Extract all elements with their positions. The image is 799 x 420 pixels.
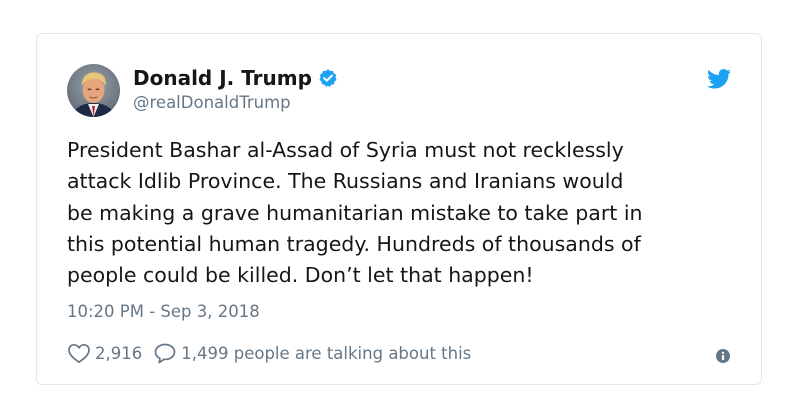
heart-icon (67, 342, 91, 364)
author-display-name[interactable]: Donald J. Trump (133, 66, 338, 90)
author-handle[interactable]: @realDonaldTrump (133, 93, 291, 112)
avatar-portrait (67, 64, 120, 117)
avatar[interactable] (67, 64, 120, 117)
tweet-card[interactable]: Donald J. Trump @realDonaldTrump Preside… (36, 33, 762, 385)
tweet-timestamp[interactable]: 10:20 PM - Sep 3, 2018 (67, 302, 260, 321)
conversation-link[interactable]: 1,499 people are talking about this (153, 342, 471, 364)
tweet-actions: 2,916 1,499 people are talking about thi… (67, 342, 471, 364)
conversation-text: 1,499 people are talking about this (181, 343, 472, 363)
tweet-text: President Bashar al-Assad of Syria must … (67, 138, 643, 288)
like-button[interactable]: 2,916 (67, 342, 142, 364)
speech-bubble-icon (153, 342, 177, 364)
display-name-text[interactable]: Donald J. Trump (133, 66, 312, 90)
info-icon[interactable] (716, 348, 730, 363)
twitter-bird-icon[interactable] (707, 69, 731, 89)
like-count: 2,916 (95, 343, 143, 363)
verified-badge-icon (318, 68, 338, 88)
